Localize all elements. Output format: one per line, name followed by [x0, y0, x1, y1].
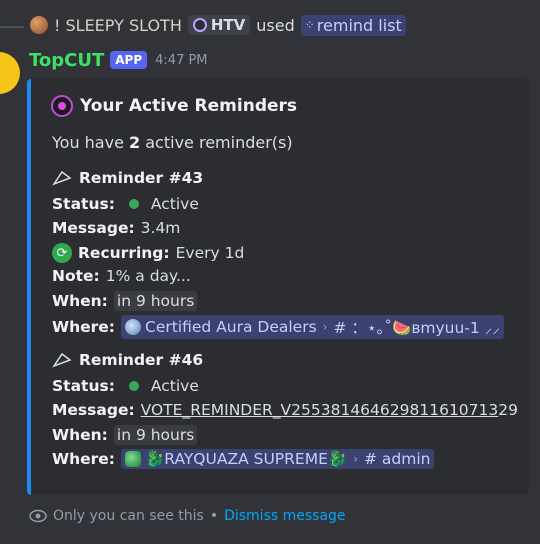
when-timestamp[interactable]: in 9 hours — [113, 291, 198, 311]
channel-mention[interactable]: 🐉RAYQUAZA SUPREME🐉 › # admin — [121, 449, 435, 469]
when-timestamp[interactable]: in 9 hours — [113, 425, 198, 445]
status-active-dot-icon — [128, 381, 139, 391]
reminder-summary: You have 2 active reminder(s) — [52, 133, 293, 152]
command-mention[interactable]: ⁘ remind list — [300, 14, 406, 36]
message-value: VOTE_REMINDER_V2553814646298116107 — [140, 401, 479, 419]
message-timestamp: 4:47 PM — [155, 52, 208, 68]
status-label: Status: — [52, 377, 115, 395]
server-name: Certified Aura Dealers — [145, 318, 317, 336]
status-active-dot-icon — [128, 199, 139, 209]
reply-user-name[interactable]: ! SLEEPY SLOTH — [54, 16, 182, 35]
status-value: Active — [150, 377, 199, 395]
reminder-user-icon — [51, 95, 73, 117]
flag-icon — [52, 170, 72, 186]
reminder-note: Note: 1% a day... — [52, 267, 191, 285]
reminder-message: Message: VOTE_REMINDER_V2553814646298116… — [52, 401, 518, 419]
channel-name: # admin — [363, 450, 431, 468]
reminder-message: Message: 3.4m — [52, 219, 180, 237]
reply-context: ! SLEEPY SLOTH HTV used ⁘ remind list — [0, 0, 540, 50]
message-value-part: 13 — [478, 401, 499, 419]
reminder-status: Status: Active — [52, 377, 199, 395]
reminder-heading: Reminder #43 — [52, 169, 203, 187]
server-name: 🐉RAYQUAZA SUPREME🐉 — [145, 450, 348, 468]
when-label: When: — [52, 426, 108, 444]
status-value: Active — [150, 195, 199, 213]
reminder-when: When: in 9 hours — [52, 291, 198, 311]
where-label: Where: — [52, 318, 115, 336]
reminder-where: Where: 🐉RAYQUAZA SUPREME🐉 › # admin — [52, 449, 435, 469]
server-icon — [125, 451, 141, 467]
user-tag-badge: HTV — [187, 15, 251, 35]
tag-icon — [192, 18, 207, 32]
reminder-where: Where: Certified Aura Dealers › # ：⋆｡˚🍉ʙ… — [52, 315, 505, 339]
message-value: 3.4m — [140, 219, 181, 237]
status-label: Status: — [52, 195, 115, 213]
message-header: TopCUT APP 4:47 PM — [29, 48, 208, 72]
app-badge: APP — [110, 51, 148, 69]
message-label: Message: — [52, 401, 135, 419]
recurring-icon: ⟳ — [52, 243, 72, 263]
server-icon — [125, 319, 141, 335]
reminder-heading: Reminder #46 — [52, 351, 203, 369]
channel-name: # ：⋆｡˚🍉ʙmyuu-1 ⸝⸝ — [333, 319, 501, 337]
used-label: used — [256, 15, 295, 35]
chevron-right-icon: › — [322, 320, 328, 334]
chevron-right-icon: › — [353, 452, 358, 466]
embed-title: Your Active Reminders — [51, 95, 297, 117]
reminder-when: When: in 9 hours — [52, 425, 198, 445]
message-value-part: 29 — [498, 401, 518, 419]
note-label: Note: — [52, 267, 100, 285]
ephemeral-footer: Only you can see this • Dismiss message — [29, 508, 346, 524]
where-label: Where: — [52, 450, 115, 468]
reminder-recurring: ⟳ Recurring: Every 1d — [52, 243, 244, 263]
recurring-label: Recurring: — [78, 244, 170, 262]
slash-command-icon: ⁘ — [304, 18, 315, 32]
user-tag-text: HTV — [210, 16, 246, 34]
note-value: 1% a day... — [105, 267, 191, 285]
summary-suffix: active reminder(s) — [145, 133, 293, 152]
embed-title-text: Your Active Reminders — [80, 96, 298, 116]
summary-prefix: You have — [52, 133, 124, 152]
bot-name[interactable]: TopCUT — [29, 50, 104, 71]
channel-mention[interactable]: Certified Aura Dealers › # ：⋆｡˚🍉ʙmyuu-1 … — [121, 315, 505, 339]
flag-icon — [52, 352, 72, 368]
reminders-embed: Your Active Reminders You have 2 active … — [27, 79, 529, 495]
message-label: Message: — [52, 219, 135, 237]
command-name: remind list — [316, 15, 402, 35]
eye-icon — [29, 509, 47, 523]
reminder-status: Status: Active — [52, 195, 199, 213]
dismiss-message-link[interactable]: Dismiss message — [224, 508, 345, 524]
bot-avatar[interactable] — [0, 52, 20, 94]
when-label: When: — [52, 292, 108, 310]
footer-separator: • — [209, 508, 219, 524]
reply-user-avatar[interactable] — [30, 16, 48, 34]
summary-count: 2 — [129, 133, 141, 152]
visibility-notice: Only you can see this — [53, 508, 204, 524]
recurring-value: Every 1d — [175, 244, 245, 262]
